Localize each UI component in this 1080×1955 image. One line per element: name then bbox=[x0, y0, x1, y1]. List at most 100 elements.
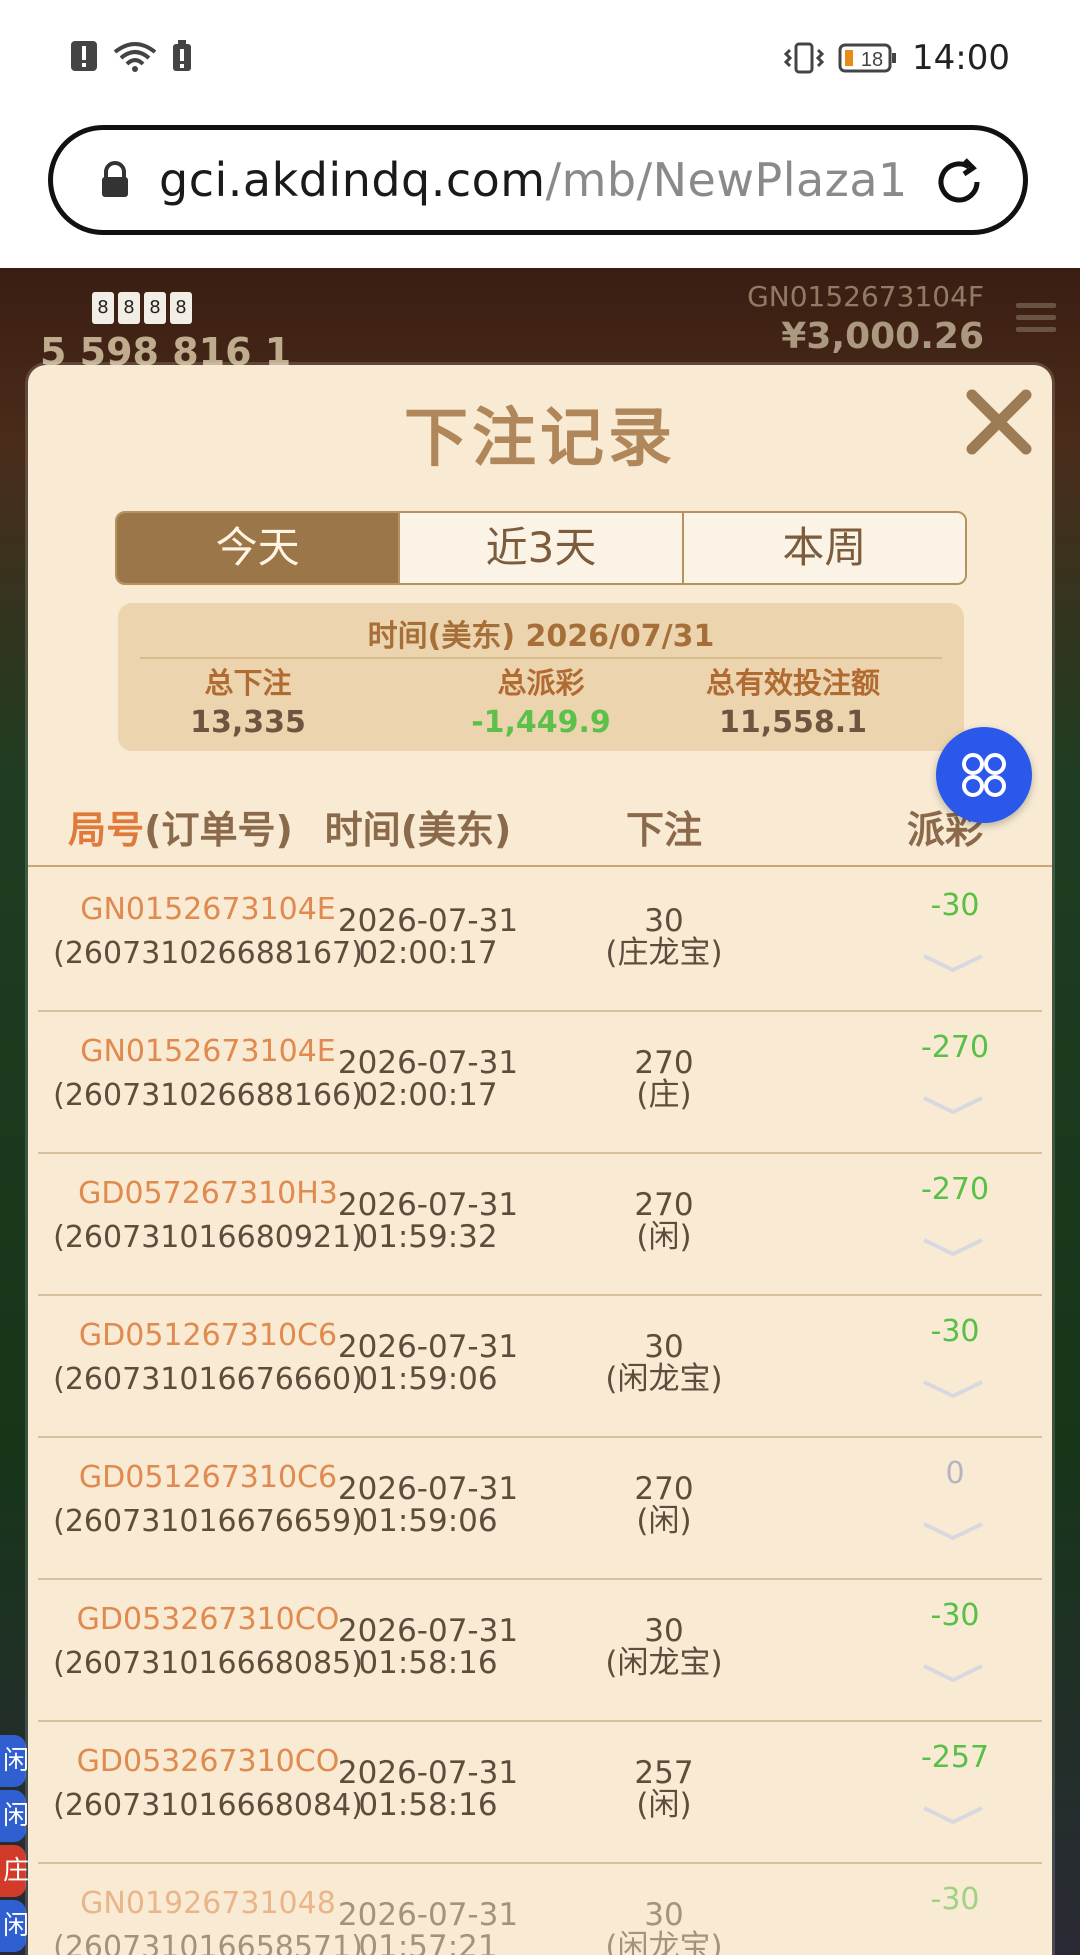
total-valid-value: 11,558.1 bbox=[718, 705, 868, 740]
battery-level: 18 bbox=[861, 49, 883, 71]
row-clock: 02:00:17 bbox=[358, 1077, 498, 1113]
bet-amount: 270 bbox=[634, 1045, 694, 1081]
row-payout: -30 bbox=[930, 888, 980, 923]
table-row[interactable]: GD051267310C6 (260731016676660) 2026-07-3… bbox=[38, 1296, 1042, 1438]
row-time: 2026-07-31 01:59:06 bbox=[308, 1331, 548, 1395]
background-cards: 8 8 8 8 bbox=[92, 292, 192, 324]
url-host: gci.akdindq.com bbox=[159, 153, 546, 207]
chevron-down-icon[interactable] bbox=[918, 948, 988, 978]
row-time: 2026-07-31 01:58:16 bbox=[308, 1615, 548, 1679]
row-clock: 01:58:16 bbox=[358, 1787, 498, 1823]
row-bet: 257 (闲) bbox=[594, 1757, 734, 1821]
row-clock: 01:59:06 bbox=[358, 1503, 498, 1539]
bet-type: (庄龙宝) bbox=[605, 935, 723, 971]
floating-menu-button[interactable] bbox=[936, 727, 1032, 823]
background-user-id: GN0152673104F bbox=[747, 280, 984, 313]
bet-type: (闲) bbox=[636, 1503, 692, 1539]
summary-date: 时间(美东) 2026/07/31 bbox=[367, 619, 715, 654]
row-date: 2026-07-31 bbox=[337, 903, 519, 939]
summary-panel: 时间(美东) 2026/07/31 总下注 13,335 总派彩 -1,449.… bbox=[118, 603, 964, 751]
bet-amount: 30 bbox=[644, 1897, 684, 1933]
table-row[interactable]: GD053267310CO (260731016668084) 2026-07-3… bbox=[38, 1722, 1042, 1864]
side-chip[interactable]: 庄 bbox=[0, 1845, 29, 1897]
card: 8 bbox=[92, 292, 114, 324]
side-chip[interactable]: 闲 bbox=[0, 1790, 29, 1842]
vibrate-icon bbox=[784, 42, 825, 74]
row-payout: -257 bbox=[920, 1740, 990, 1775]
date-range-tabs: 今天 近3天 本周 bbox=[115, 511, 967, 585]
row-time: 2026-07-31 02:00:17 bbox=[308, 905, 548, 969]
chevron-down-icon[interactable] bbox=[918, 1090, 988, 1120]
row-payout: -30 bbox=[930, 1314, 980, 1349]
bet-type: (闲龙宝) bbox=[605, 1361, 723, 1397]
summary-total-valid: 总有效投注额 11,558.1 bbox=[663, 663, 923, 743]
alert-icon bbox=[70, 40, 98, 72]
row-time: 2026-07-31 01:58:16 bbox=[308, 1757, 548, 1821]
bet-amount: 30 bbox=[644, 1329, 684, 1365]
row-bet: 30 (闲龙宝) bbox=[594, 1331, 734, 1395]
bet-amount: 270 bbox=[634, 1471, 694, 1507]
address-bar[interactable]: gci.akdindq.com/mb/NewPlaza1 bbox=[48, 125, 1028, 235]
battery-icon: 18 bbox=[838, 42, 898, 74]
row-bet: 30 (闲龙宝) bbox=[594, 1615, 734, 1679]
summary-total-bet: 总下注 13,335 bbox=[118, 663, 378, 743]
table-row[interactable]: GD051267310C6 (260731016676659) 2026-07-3… bbox=[38, 1438, 1042, 1580]
modal-title: 下注记录 bbox=[404, 402, 676, 476]
row-clock: 01:59:06 bbox=[358, 1361, 498, 1397]
status-left-icons bbox=[70, 40, 192, 72]
row-date: 2026-07-31 bbox=[337, 1329, 519, 1365]
wifi-icon bbox=[112, 40, 158, 72]
bet-type: (闲) bbox=[636, 1219, 692, 1255]
close-icon[interactable] bbox=[962, 385, 1036, 459]
tab-this-week[interactable]: 本周 bbox=[681, 513, 965, 583]
bet-record-list: GN0152673104E (260731026688167) 2026-07-3… bbox=[28, 870, 1052, 1955]
chevron-down-icon[interactable] bbox=[918, 1232, 988, 1262]
total-payout-label: 总派彩 bbox=[497, 666, 585, 700]
column-header-time: 时间(美东) bbox=[324, 808, 512, 852]
row-date: 2026-07-31 bbox=[337, 1613, 519, 1649]
row-clock: 01:59:32 bbox=[358, 1219, 498, 1255]
chevron-down-icon[interactable] bbox=[918, 1658, 988, 1688]
browser-toolbar: gci.akdindq.com/mb/NewPlaza1 bbox=[0, 120, 1080, 268]
url-text[interactable]: gci.akdindq.com/mb/NewPlaza1 bbox=[159, 153, 908, 207]
tab-today[interactable]: 今天 bbox=[117, 513, 399, 583]
bet-record-modal: 下注记录 今天 近3天 本周 时间(美东) 2026/07/31 总下注 13,… bbox=[28, 365, 1052, 1955]
reload-icon[interactable] bbox=[931, 154, 987, 210]
bet-type: (闲龙宝) bbox=[605, 1929, 723, 1955]
summary-total-payout: 总派彩 -1,449.9 bbox=[411, 663, 671, 743]
url-path: /mb/NewPlaza1 bbox=[545, 153, 908, 207]
column-header-id: 局号(订单号) bbox=[68, 808, 293, 852]
chevron-down-icon[interactable] bbox=[918, 1800, 988, 1830]
row-bet: 270 (闲) bbox=[594, 1473, 734, 1537]
row-date: 2026-07-31 bbox=[337, 1897, 519, 1933]
lock-icon bbox=[93, 158, 137, 202]
bet-amount: 270 bbox=[634, 1187, 694, 1223]
row-time: 2026-07-31 01:57:21 bbox=[308, 1899, 548, 1955]
row-date: 2026-07-31 bbox=[337, 1045, 519, 1081]
chevron-down-icon[interactable] bbox=[918, 1516, 988, 1546]
row-time: 2026-07-31 01:59:32 bbox=[308, 1189, 548, 1253]
table-row[interactable]: GN0152673104E (260731026688166) 2026-07-3… bbox=[38, 1012, 1042, 1154]
tab-3-days[interactable]: 近3天 bbox=[398, 513, 682, 583]
row-date: 2026-07-31 bbox=[337, 1755, 519, 1791]
clock: 14:00 bbox=[912, 38, 1010, 78]
status-right-icons: 18 14:00 bbox=[784, 38, 1010, 78]
row-bet: 270 (闲) bbox=[594, 1189, 734, 1253]
column-header-bet: 下注 bbox=[625, 808, 702, 852]
row-payout: -270 bbox=[920, 1172, 990, 1207]
table-row[interactable]: GD053267310CO (260731016668085) 2026-07-3… bbox=[38, 1580, 1042, 1722]
table-row[interactable]: GN01926731048 (260731016658571) 2026-07-3… bbox=[38, 1864, 1042, 1955]
row-payout: -30 bbox=[930, 1598, 980, 1633]
side-chip[interactable]: 闲 bbox=[0, 1735, 29, 1787]
status-bar: 18 14:00 bbox=[0, 0, 1080, 120]
side-chip[interactable]: 闲 bbox=[0, 1900, 29, 1952]
summary-divider bbox=[140, 657, 942, 659]
row-clock: 01:57:21 bbox=[358, 1929, 498, 1955]
card: 8 bbox=[118, 292, 140, 324]
table-row[interactable]: GN0152673104E (260731026688167) 2026-07-3… bbox=[38, 870, 1042, 1012]
row-bet: 30 (庄龙宝) bbox=[594, 905, 734, 969]
table-row[interactable]: GD057267310H3 (260731016680921) 2026-07-3… bbox=[38, 1154, 1042, 1296]
chevron-down-icon[interactable] bbox=[918, 1374, 988, 1404]
row-time: 2026-07-31 01:59:06 bbox=[308, 1473, 548, 1537]
menu-icon[interactable] bbox=[1016, 296, 1056, 339]
